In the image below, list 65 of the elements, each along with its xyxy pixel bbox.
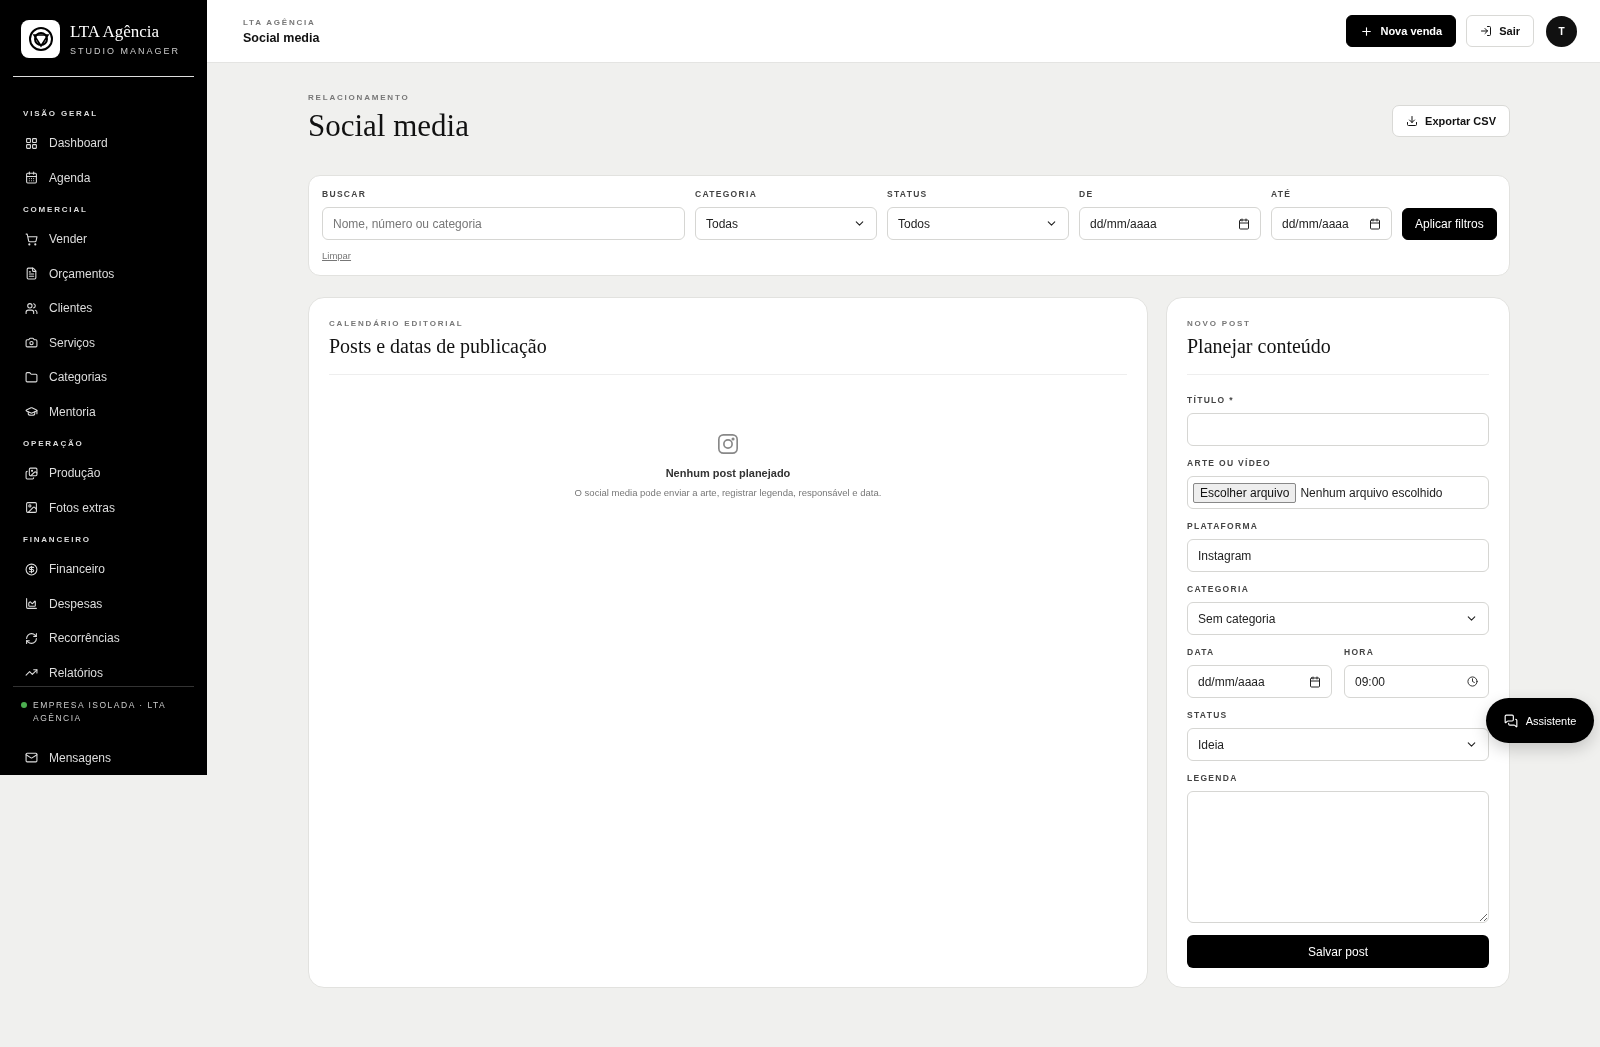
select-field[interactable]: Todos: [887, 207, 1069, 240]
card-eyebrow: NOVO POST: [1187, 319, 1252, 328]
file-field[interactable]: Escolher arquivo Nenhum arquivo escolhido: [1187, 476, 1489, 509]
date-field[interactable]: dd/mm/aaaa: [1271, 207, 1392, 240]
field-label: LEGENDA: [1187, 773, 1239, 783]
breadcrumb: LTA AGÊNCIA: [243, 17, 317, 27]
sidebar-item[interactable]: Mentoria: [13, 394, 194, 429]
sidebar-item[interactable]: Fotos extras: [13, 490, 194, 525]
field-label: PLATAFORMA: [1187, 521, 1260, 531]
sidebar-item[interactable]: Recorrências: [13, 621, 194, 656]
select-field[interactable]: Todas: [695, 207, 877, 240]
time-field[interactable]: 09:00: [1344, 665, 1489, 698]
sidebar-item[interactable]: Orçamentos: [13, 256, 194, 291]
field-label: DATA: [1187, 647, 1216, 657]
field-label: TÍTULO *: [1187, 395, 1235, 405]
assistant-button[interactable]: Assistente: [1486, 698, 1594, 743]
clear-link[interactable]: Limpar: [322, 250, 352, 261]
empty-title: Nenhum post planejado: [665, 467, 791, 479]
logout-button[interactable]: Sair: [1466, 15, 1534, 47]
sidebar-item[interactable]: Despesas: [13, 586, 194, 621]
card-title: Planejar conteúdo: [1187, 335, 1489, 375]
section-title: COMERCIAL: [22, 204, 89, 216]
field-label: STATUS: [1187, 710, 1229, 720]
section-title: OPERAÇÃO: [22, 438, 85, 450]
sidebar-item[interactable]: Produção: [13, 456, 194, 491]
save-post-button[interactable]: Salvar post: [1187, 935, 1489, 968]
avatar[interactable]: T: [1546, 15, 1577, 47]
field-label: ARTE OU VÍDEO: [1187, 458, 1272, 468]
sidebar-item[interactable]: Serviços: [13, 325, 194, 360]
brand-name: LTA Agência: [70, 22, 161, 42]
field-label: BUSCAR: [322, 189, 368, 199]
sidebar-item[interactable]: Financeiro: [13, 552, 194, 587]
brand-tagline: STUDIO MANAGER: [70, 46, 180, 56]
field-label: HORA: [1344, 647, 1376, 657]
page-title: Social media: [308, 108, 469, 144]
search-field[interactable]: Nome, número ou categoria: [322, 207, 685, 240]
card-title: Posts e datas de publicação: [329, 335, 1127, 375]
company-label: EMPRESA ISOLADA · LTA AGÊNCIA: [33, 699, 167, 725]
text-field[interactable]: Instagram: [1187, 539, 1489, 572]
choose-file-button[interactable]: Escolher arquivo: [1193, 482, 1297, 503]
sidebar-item[interactable]: Mensagens: [13, 740, 194, 775]
section-title: FINANCEIRO: [22, 534, 92, 546]
field-label: STATUS: [887, 189, 929, 199]
field-label: DE: [1079, 189, 1095, 199]
export-button[interactable]: Exportar CSV: [1392, 105, 1510, 137]
page-eyebrow: RELACIONAMENTO: [308, 93, 411, 102]
sidebar-item[interactable]: Clientes: [13, 291, 194, 326]
apply-filters-button[interactable]: Aplicar filtros: [1402, 208, 1497, 240]
select-field[interactable]: Ideia: [1187, 728, 1489, 761]
field-label: ATÉ: [1271, 189, 1293, 199]
sidebar-item[interactable]: Relatórios: [13, 655, 194, 686]
new-sale-button[interactable]: Nova venda: [1346, 15, 1457, 47]
sidebar-item[interactable]: Vender: [13, 222, 194, 257]
section-title: VISÃO GERAL: [22, 108, 99, 120]
field-label: CATEGORIA: [695, 189, 759, 199]
date-field[interactable]: dd/mm/aaaa: [1187, 665, 1332, 698]
select-field[interactable]: Sem categoria: [1187, 602, 1489, 635]
sidebar-item[interactable]: Dashboard: [13, 126, 194, 161]
empty-text: O social media pode enviar a arte, registrar legenda, responsável e data.: [574, 487, 882, 498]
sidebar-item[interactable]: Agenda: [13, 160, 194, 195]
card-eyebrow: CALENDÁRIO EDITORIAL: [329, 319, 465, 328]
sidebar-item[interactable]: Categorias: [13, 360, 194, 395]
field-label: CATEGORIA: [1187, 584, 1251, 594]
date-field[interactable]: dd/mm/aaaa: [1079, 207, 1261, 240]
header-title: Social media: [243, 30, 320, 45]
